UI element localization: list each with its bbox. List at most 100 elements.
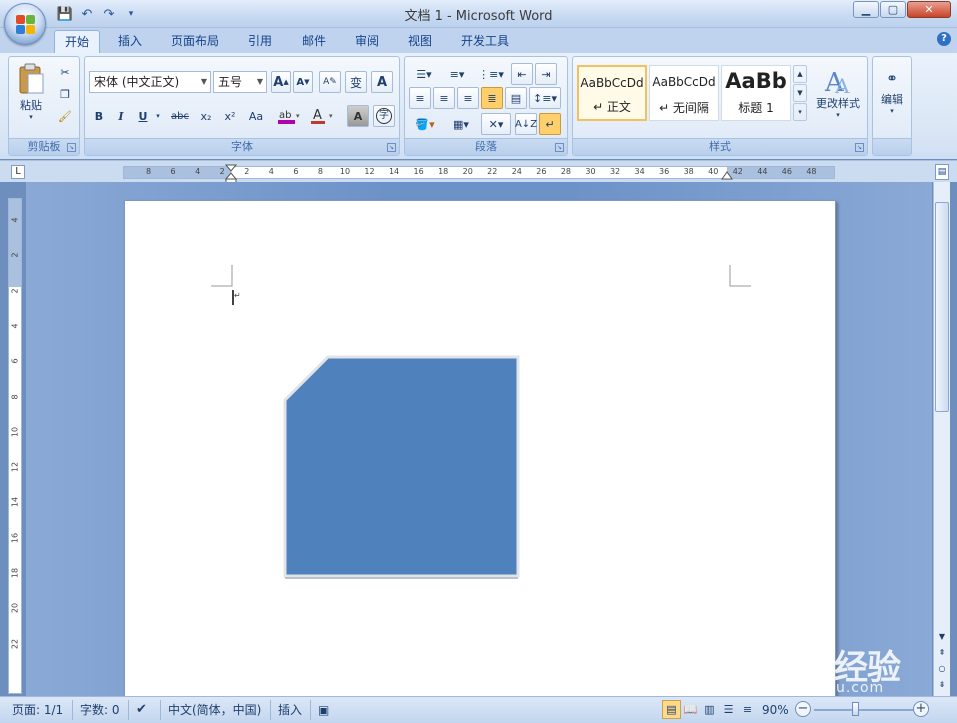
zoom-in-icon[interactable]: + — [913, 701, 929, 717]
office-button[interactable] — [4, 3, 46, 45]
dialog-launcher-icon[interactable]: ↘ — [67, 143, 76, 152]
zoom-level[interactable]: 90% — [762, 702, 789, 718]
right-indent-marker-icon[interactable] — [721, 170, 733, 180]
cut-icon[interactable]: ✂ — [55, 61, 75, 83]
dialog-launcher-icon[interactable]: ↘ — [387, 143, 396, 152]
style-no-spacing[interactable]: AaBbCcDd ↵ 无间隔 — [649, 65, 719, 121]
subscript-button[interactable]: x₂ — [195, 105, 217, 127]
proofing-icon[interactable]: ✔ — [136, 702, 147, 718]
previous-page-icon[interactable]: ⇞ — [935, 646, 949, 660]
align-right-icon[interactable]: ≡ — [457, 87, 479, 109]
font-size-value: 五号 — [218, 75, 243, 89]
dialog-launcher-icon[interactable]: ↘ — [855, 143, 864, 152]
draft-icon[interactable]: ≡ — [738, 700, 757, 719]
phonetic-guide-icon[interactable]: 变 — [345, 71, 367, 93]
help-icon[interactable]: ? — [937, 32, 951, 46]
tab-page-layout[interactable]: 页面布局 — [160, 30, 230, 54]
bullets-icon[interactable]: ☰▾ — [409, 63, 439, 85]
maximize-button[interactable]: ▢ — [880, 1, 906, 18]
zoom-slider-thumb[interactable] — [852, 702, 859, 716]
tab-mailings[interactable]: 邮件 — [290, 30, 338, 54]
indent-marker-icon[interactable] — [225, 164, 237, 184]
tab-selector-icon[interactable]: L — [11, 165, 25, 179]
view-ruler-icon[interactable]: ▤ — [935, 164, 949, 180]
tab-developer[interactable]: 开发工具 — [450, 30, 520, 54]
ruler-tick-label: 24 — [511, 167, 522, 176]
strikethrough-button[interactable]: abc — [167, 105, 193, 127]
format-painter-icon[interactable]: 🖌 — [55, 105, 75, 127]
highlight-color-button[interactable]: ab ▾ — [275, 105, 305, 127]
print-layout-icon[interactable]: ▤ — [662, 700, 681, 719]
decrease-indent-icon[interactable]: ⇤ — [511, 63, 533, 85]
change-case-button[interactable]: Aa — [243, 105, 269, 127]
gallery-up-icon[interactable]: ▲ — [793, 65, 807, 83]
snip-corner-rectangle-shape[interactable] — [282, 354, 522, 580]
dialog-launcher-icon[interactable]: ↘ — [555, 143, 564, 152]
scrollbar-thumb[interactable] — [935, 202, 949, 412]
underline-button[interactable]: U — [133, 105, 153, 127]
language-status[interactable]: 中文(简体，中国) — [168, 702, 261, 718]
editing-button[interactable]: ⚭ 编辑 ▾ — [875, 61, 909, 125]
clear-format-icon[interactable]: A✎ — [319, 71, 341, 93]
binoculars-icon: ⚭ — [886, 71, 898, 87]
shrink-font-icon[interactable]: A ▼ — [293, 71, 313, 93]
gallery-more-icon[interactable]: ▾ — [793, 103, 807, 121]
vertical-ruler[interactable]: 4 2 2 4 6 8 10 12 14 16 18 20 22 — [8, 198, 22, 694]
next-page-icon[interactable]: ⇟ — [935, 678, 949, 692]
justify-icon[interactable]: ≣ — [481, 87, 503, 109]
italic-button[interactable]: I — [111, 105, 131, 127]
enclosed-char-icon[interactable]: 字 — [373, 105, 395, 127]
select-browse-object-icon[interactable]: ○ — [935, 662, 949, 676]
style-normal[interactable]: AaBbCcDd ↵ 正文 — [577, 65, 647, 121]
font-name-combo[interactable]: 宋体 (中文正文) ▼ — [89, 71, 211, 93]
numbering-icon[interactable]: ≡▾ — [441, 63, 473, 85]
outline-icon[interactable]: ☰ — [719, 700, 738, 719]
tab-references[interactable]: 引用 — [236, 30, 284, 54]
divider — [160, 700, 161, 720]
ruler-tick-label: 18 — [10, 567, 20, 579]
tab-view[interactable]: 视图 — [396, 30, 444, 54]
page-count[interactable]: 页面: 1/1 — [12, 702, 63, 718]
style-name: ↵ 无间隔 — [659, 101, 709, 115]
vertical-scrollbar[interactable]: ▼ ⇞ ○ ⇟ — [933, 182, 950, 696]
borders-icon[interactable]: ▦▾ — [445, 113, 477, 135]
tab-home[interactable]: 开始 — [54, 30, 100, 54]
gallery-down-icon[interactable]: ▼ — [793, 84, 807, 102]
copy-icon[interactable]: ❐ — [55, 83, 75, 105]
web-layout-icon[interactable]: ▥ — [700, 700, 719, 719]
font-size-combo[interactable]: 五号 ▼ — [213, 71, 267, 93]
line-spacing-icon[interactable]: ↕≡▾ — [529, 87, 561, 109]
sort-icon[interactable]: A↓Z — [515, 113, 537, 135]
paste-button[interactable]: 粘贴 ▾ — [13, 61, 49, 123]
scroll-down-icon[interactable]: ▼ — [935, 630, 949, 644]
word-count[interactable]: 字数: 0 — [80, 702, 120, 718]
superscript-button[interactable]: x² — [219, 105, 241, 127]
full-screen-reading-icon[interactable]: 📖 — [681, 700, 700, 719]
title-bar: 💾 ↶ ↷ ▾ 文档 1 - Microsoft Word ▁ ▢ ✕ — [0, 0, 957, 28]
align-left-icon[interactable]: ≡ — [409, 87, 431, 109]
multilevel-list-icon[interactable]: ⋮≡▾ — [475, 63, 507, 85]
document-page[interactable]: ↵ — [124, 200, 836, 700]
distributed-icon[interactable]: ▤ — [505, 87, 527, 109]
style-heading-1[interactable]: AaBb 标题 1 — [721, 65, 791, 121]
zoom-out-icon[interactable]: − — [795, 701, 811, 717]
tab-insert[interactable]: 插入 — [106, 30, 154, 54]
zoom-slider[interactable] — [814, 709, 914, 711]
insert-mode[interactable]: 插入 — [278, 702, 302, 718]
close-button[interactable]: ✕ — [907, 1, 951, 18]
chevron-down-icon[interactable]: ▾ — [153, 105, 163, 127]
tab-review[interactable]: 审阅 — [343, 30, 391, 54]
align-center-icon[interactable]: ≡ — [433, 87, 455, 109]
minimize-button[interactable]: ▁ — [853, 1, 879, 18]
char-border-icon[interactable]: A — [371, 71, 393, 93]
increase-indent-icon[interactable]: ⇥ — [535, 63, 557, 85]
bold-button[interactable]: B — [89, 105, 109, 127]
shading-icon[interactable]: 🪣▾ — [409, 113, 441, 135]
char-shading-icon[interactable]: A — [347, 105, 369, 127]
macro-record-icon[interactable]: ▣ — [318, 702, 329, 718]
change-styles-button[interactable]: AA 更改样式 ▾ — [811, 61, 865, 125]
font-color-button[interactable]: A ▾ — [307, 105, 339, 127]
grow-font-icon[interactable]: A ▲ — [271, 71, 291, 93]
show-marks-icon[interactable]: ↵ — [539, 113, 561, 135]
chinese-layout-icon[interactable]: ✕▾ — [481, 113, 511, 135]
